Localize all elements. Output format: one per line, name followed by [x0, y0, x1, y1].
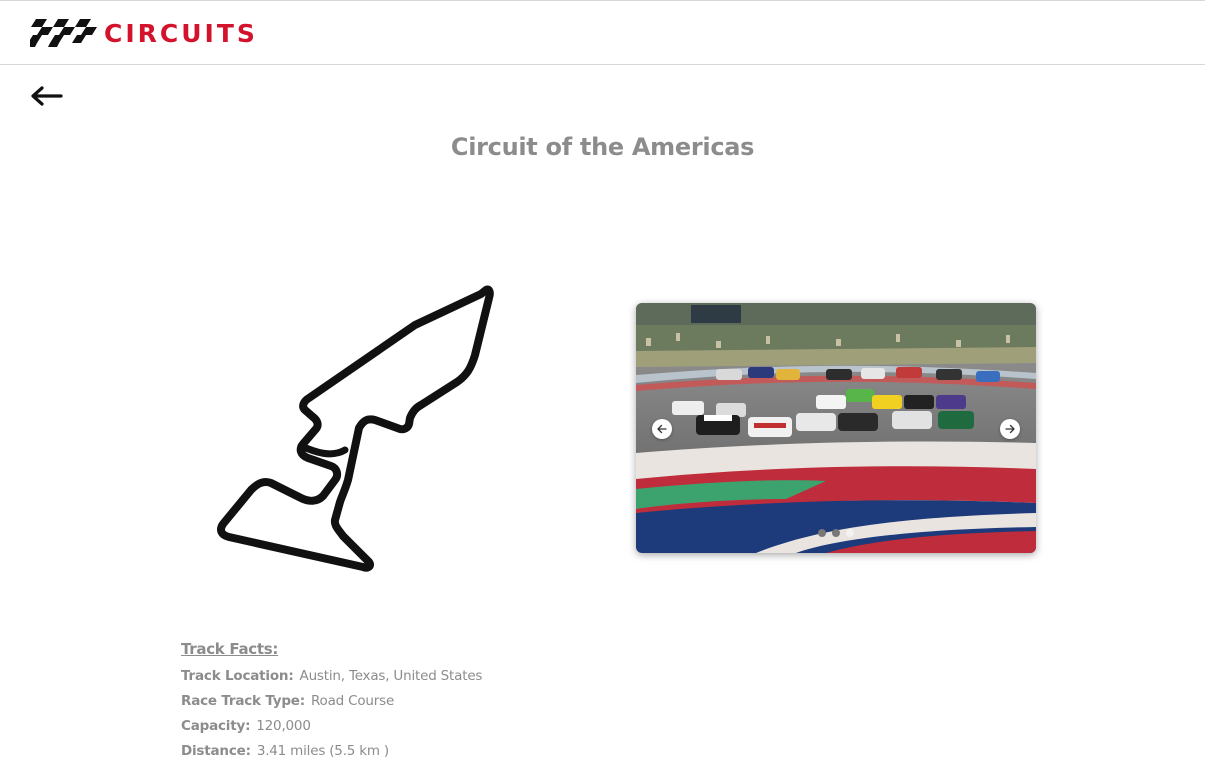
fact-value: 120,000 [256, 718, 311, 734]
fact-label: Track Location: [181, 668, 294, 684]
fact-track-location: Track Location: Austin, Texas, United Sta… [181, 664, 482, 689]
page-title: Circuit of the Americas [450, 133, 755, 161]
fact-capacity: Capacity: 120,000 [181, 714, 482, 739]
carousel-dot-1[interactable] [818, 529, 826, 537]
site-logo[interactable]: CIRCUITS [30, 17, 258, 49]
arrow-left-icon [28, 84, 64, 108]
track-outline-icon [205, 280, 505, 575]
image-carousel[interactable] [636, 303, 1036, 553]
carousel-indicators [636, 529, 1036, 537]
carousel-dot-3[interactable] [846, 529, 854, 537]
track-facts-heading: Track Facts: [181, 640, 279, 658]
back-button[interactable] [28, 84, 64, 108]
carousel-slide-image [636, 303, 1036, 553]
arrow-right-circle-icon [1004, 420, 1016, 439]
fact-label: Distance: [181, 743, 251, 759]
carousel-prev-button[interactable] [652, 419, 672, 439]
top-navbar: CIRCUITS [0, 0, 1205, 65]
fact-race-track-type: Race Track Type: Road Course [181, 689, 482, 714]
track-facts: Track Facts: Track Location: Austin, Texa… [181, 640, 482, 759]
fact-value: Austin, Texas, United States [299, 668, 483, 684]
carousel-dot-2[interactable] [832, 529, 840, 537]
fact-value: 3.41 miles (5.5 km ) [256, 743, 389, 759]
page: CIRCUITS Circuit of the Americas Track F… [0, 0, 1205, 759]
fact-distance: Distance: 3.41 miles (5.5 km ) [181, 739, 482, 759]
logo-text: CIRCUITS [104, 18, 258, 48]
arrow-left-circle-icon [656, 420, 668, 439]
fact-value: Road Course [310, 693, 395, 709]
fact-label: Race Track Type: [181, 693, 305, 709]
carousel-next-button[interactable] [1000, 419, 1020, 439]
fact-label: Capacity: [181, 718, 251, 734]
checkered-flag-icon [30, 18, 98, 48]
